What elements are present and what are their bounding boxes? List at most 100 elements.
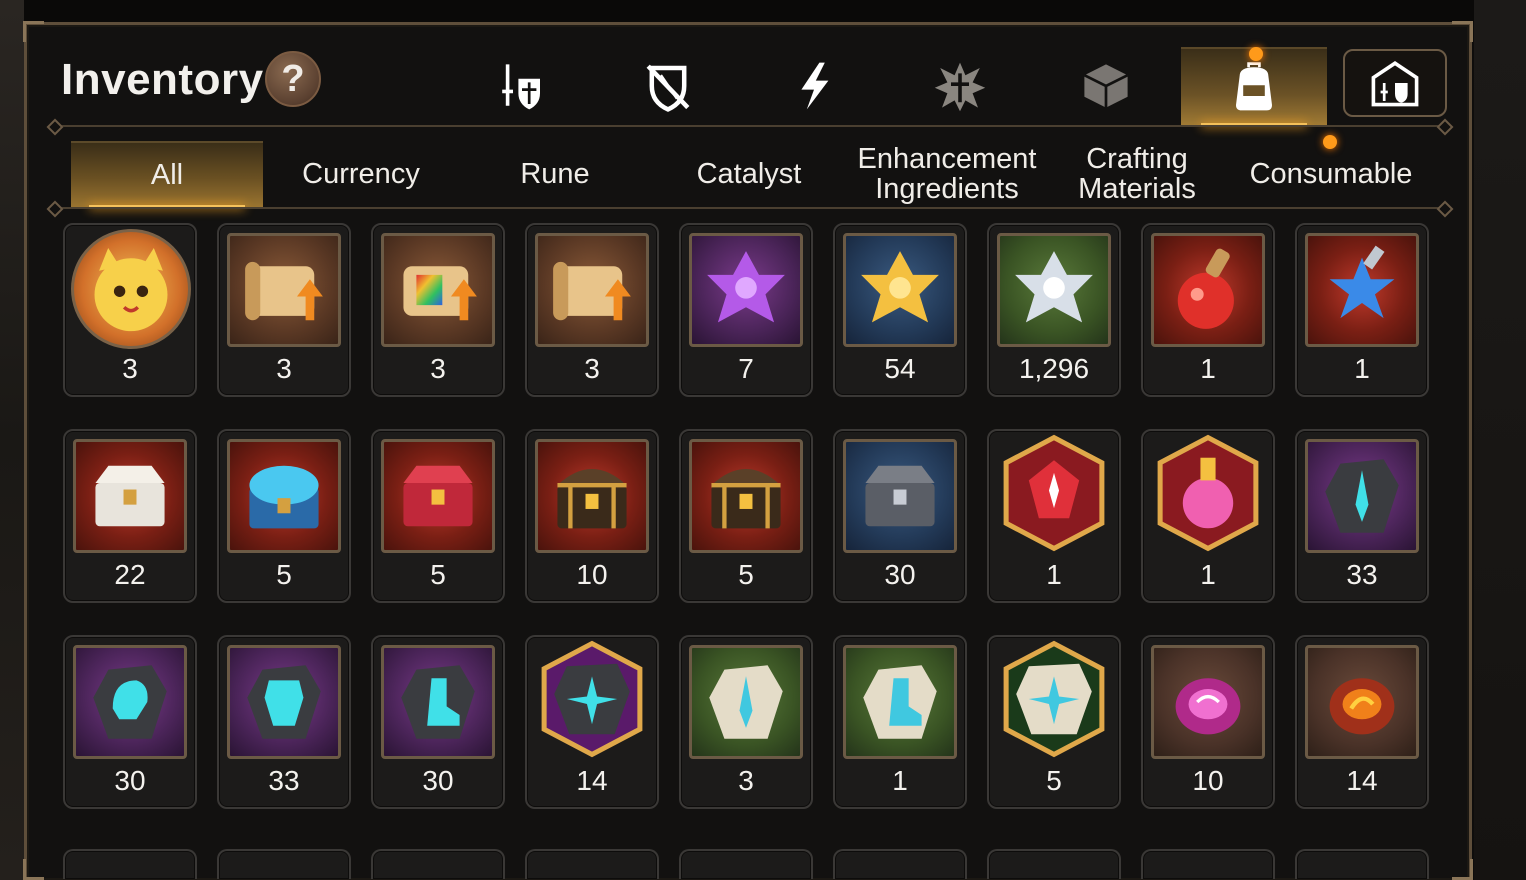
divider [55,207,1445,209]
stone-star-rune-hex-icon [991,633,1117,765]
silver-chest-icon [73,439,187,553]
item-quantity: 3 [584,353,600,384]
backpack-icon [1236,62,1272,111]
frame-corner [1452,21,1473,42]
item-slot[interactable]: 30 [833,429,967,603]
crossed-shield-icon [646,64,690,112]
tab-catalyst[interactable]: Catalyst [653,141,845,207]
teal-sword-rune-icon [1305,439,1419,553]
item-slot[interactable]: 14 [525,635,659,809]
silver-crystal-flower-icon [997,233,1111,347]
pink-potion-hex-icon [1145,427,1271,559]
item-slot[interactable]: 22 [63,429,197,603]
frame-corner [1452,859,1473,880]
item-quantity: 30 [114,765,146,796]
item-slot[interactable]: 5 [371,429,505,603]
item-slot[interactable]: 1 [1295,223,1429,397]
teal-armor-rune-icon [227,645,341,759]
scroll-upgrade-icon [535,233,649,347]
item-slot[interactable]: 33 [1295,429,1429,603]
tab-all[interactable]: All [71,141,263,209]
item-slot[interactable] [987,849,1121,879]
item-slot[interactable]: 3 [217,223,351,397]
item-slot[interactable]: 5 [217,429,351,603]
category-energy[interactable] [741,47,887,125]
teal-boot-rune-icon [381,645,495,759]
tab-rune[interactable]: Rune [459,141,651,207]
item-quantity: 14 [1346,765,1378,796]
item-slot[interactable] [63,849,197,879]
item-slot[interactable]: 10 [1141,635,1275,809]
item-slot[interactable]: 3 [679,635,813,809]
tab-consumable[interactable]: Consumable [1235,141,1427,207]
item-slot[interactable]: 54 [833,223,967,397]
category-dice[interactable] [1033,47,1179,125]
cat-mascot-icon [71,229,191,349]
purple-crystal-flower-icon [689,233,803,347]
item-slot[interactable]: 3 [371,223,505,397]
item-quantity: 22 [114,559,146,590]
red-rune-hex-icon [991,427,1117,559]
help-button[interactable]: ? [265,51,321,107]
item-quantity: 10 [1192,765,1224,796]
item-quantity: 5 [738,559,754,590]
red-chest-icon [381,439,495,553]
stone-sword-rune-icon [689,645,803,759]
category-imprint[interactable] [887,47,1033,125]
tab-crafting-materials[interactable]: Crafting Materials [1041,141,1233,207]
item-slot[interactable] [1295,849,1429,879]
backdrop-top [0,0,1526,22]
tab-enhancement-ingredients[interactable]: Enhancement Ingredients [847,141,1047,207]
item-slot[interactable]: 3 [63,223,197,397]
page-title: Inventory [61,55,264,104]
cube-icon [1083,64,1129,108]
tab-currency[interactable]: Currency [265,141,457,207]
teal-star-rune-hex-icon [529,633,655,765]
item-slot[interactable] [525,849,659,879]
backdrop-left [0,0,24,880]
item-quantity: 30 [884,559,916,590]
item-slot[interactable]: 7 [679,223,813,397]
item-slot[interactable]: 1,296 [987,223,1121,397]
item-slot[interactable]: 5 [987,635,1121,809]
item-quantity: 14 [576,765,608,796]
item-slot[interactable]: 3 [525,223,659,397]
item-quantity: 3 [430,353,446,384]
item-slot[interactable] [833,849,967,879]
category-equipment[interactable] [449,47,595,125]
item-quantity: 1 [1200,559,1216,590]
item-slot[interactable]: 30 [63,635,197,809]
item-quantity: 7 [738,353,754,384]
item-slot[interactable] [679,849,813,879]
star-burst-icon [934,62,986,112]
item-slot[interactable] [371,849,505,879]
notification-dot [1249,47,1263,61]
item-slot[interactable] [1141,849,1275,879]
frame-corner [23,21,44,42]
item-slot[interactable]: 33 [217,635,351,809]
backdrop-right [1474,0,1526,880]
item-quantity: 1 [1354,353,1370,384]
category-storage[interactable] [1343,49,1447,117]
scroll-upgrade-icon [227,233,341,347]
item-slot[interactable]: 1 [987,429,1121,603]
item-quantity: 33 [1346,559,1378,590]
category-artifact[interactable] [595,47,741,125]
item-quantity: 33 [268,765,300,796]
sword-shield-icon [502,64,540,110]
item-slot[interactable] [217,849,351,879]
item-slot[interactable]: 1 [1141,429,1275,603]
item-slot[interactable]: 5 [679,429,813,603]
item-slot[interactable]: 1 [1141,223,1275,397]
pink-disc-icon [1151,645,1265,759]
gold-chest-icon [689,439,803,553]
item-quantity: 3 [122,353,138,384]
item-slot[interactable]: 14 [1295,635,1429,809]
item-slot[interactable]: 1 [833,635,967,809]
frame-corner [23,859,44,880]
item-slot[interactable]: 10 [525,429,659,603]
teal-helm-rune-icon [73,645,187,759]
star-potion-icon [1305,233,1419,347]
item-slot[interactable]: 30 [371,635,505,809]
blue-chest-icon [227,439,341,553]
